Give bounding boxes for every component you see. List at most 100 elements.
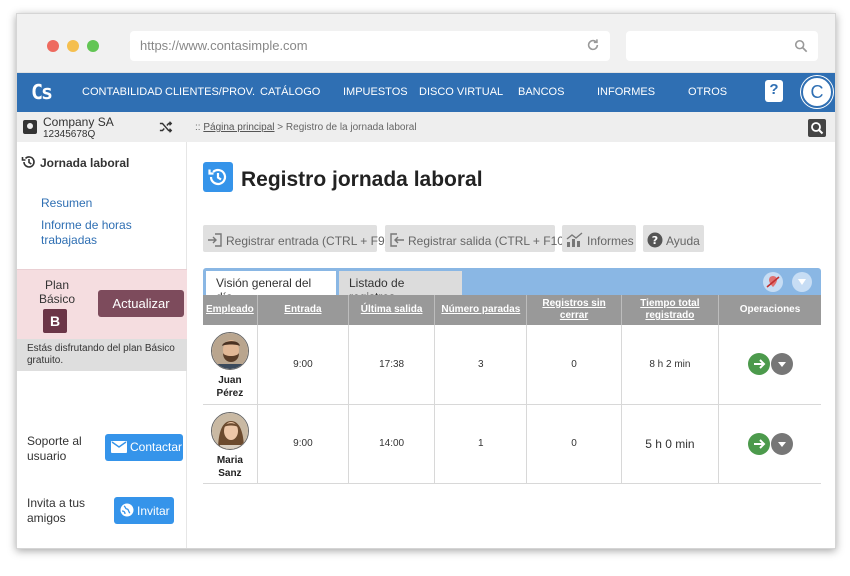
search-icon	[811, 122, 824, 135]
breadcrumb: :: Página principal > Registro de la jor…	[195, 122, 417, 133]
nav-clientes[interactable]: CLIENTES/PROV.	[165, 86, 255, 98]
contasimple-logo[interactable]: Cs	[31, 80, 57, 106]
globe-icon	[120, 503, 134, 517]
tab-overview[interactable]: Visión general del día	[206, 271, 336, 304]
check-in-label: Registrar entrada (CTRL + F9)	[226, 234, 389, 248]
breadcrumb-separator: >	[277, 122, 284, 133]
check-in-button[interactable]: Registrar entrada (CTRL + F9)	[203, 225, 389, 252]
reports-button[interactable]: Informes	[562, 225, 636, 252]
chevron-down-icon	[777, 362, 786, 368]
plan-label: Plan	[45, 278, 70, 292]
company-name: Company SA	[43, 115, 114, 129]
nav-informes[interactable]: INFORMES	[597, 86, 655, 98]
help-button[interactable]: ? Ayuda	[643, 225, 704, 252]
plan-panel: Plan Básico B Actualizar	[17, 269, 187, 339]
sidebar: Company SA 12345678Q Jornada laboral Res…	[17, 112, 187, 548]
col-numero-paradas[interactable]: Número paradas	[441, 304, 520, 315]
sidebar-item-resumen[interactable]: Resumen	[41, 196, 92, 211]
invite-button[interactable]: Invitar	[114, 497, 174, 524]
register-action-button[interactable]	[747, 353, 770, 376]
browser-search-bar[interactable]	[626, 31, 818, 61]
stops-cell: 1	[434, 404, 528, 484]
company-id: 12345678Q	[43, 129, 96, 140]
browser-chrome: https://www.contasimple.com	[17, 14, 835, 73]
entry-cell: 9:00	[257, 325, 350, 405]
nav-catalogo[interactable]: CATÁLOGO	[260, 86, 320, 98]
operations-cell	[718, 404, 821, 484]
filter-icon[interactable]	[792, 272, 812, 292]
question-icon: ?	[647, 232, 663, 248]
maximize-window-button[interactable]	[87, 40, 99, 52]
breadcrumb-current: Registro de la jornada laboral	[285, 122, 417, 133]
more-actions-button[interactable]	[770, 432, 793, 455]
nav-contabilidad[interactable]: CONTABILIDAD	[82, 86, 162, 98]
entry-cell: 9:00	[257, 404, 350, 484]
company-card-icon	[23, 120, 37, 134]
nav-bancos[interactable]: BANCOS	[518, 86, 564, 98]
last-exit-cell: 14:00	[348, 404, 436, 484]
workday-table: Empleado Entrada Última salida Número pa…	[203, 295, 821, 484]
col-ultima-salida[interactable]: Última salida	[361, 304, 423, 315]
user-avatar[interactable]: C	[801, 76, 833, 108]
employee-last-name: Pérez	[216, 388, 244, 400]
mail-icon	[111, 441, 127, 453]
upgrade-button[interactable]: Actualizar	[98, 290, 184, 317]
nav-otros[interactable]: OTROS	[688, 86, 727, 98]
table-row: Maria Sanz 9:00 14:00 1 0 5 h 0 min	[203, 404, 821, 484]
employee-last-name: Sanz	[218, 467, 242, 479]
tabs-bar: Visión general del día Listado de regist…	[203, 268, 821, 304]
page-title: Registro jornada laboral	[241, 168, 483, 191]
plan-name: Básico	[39, 292, 76, 306]
svg-text:?: ?	[652, 234, 658, 247]
page-search-button[interactable]	[808, 119, 826, 137]
check-out-button[interactable]: Registrar salida (CTRL + F10)	[385, 225, 568, 252]
contact-button-label: Contactar	[130, 440, 183, 454]
help-icon[interactable]: ?	[765, 80, 783, 102]
address-bar[interactable]: https://www.contasimple.com	[130, 31, 610, 61]
history-icon	[21, 156, 35, 168]
company-selector[interactable]: Company SA 12345678Q	[17, 112, 187, 142]
col-operaciones: Operaciones	[739, 304, 801, 315]
col-empleado[interactable]: Empleado	[206, 304, 254, 315]
last-exit-cell: 17:38	[348, 325, 436, 405]
employee-cell: Maria Sanz	[203, 404, 258, 484]
table-header-row: Empleado Entrada Última salida Número pa…	[203, 295, 821, 325]
breadcrumb-home-link[interactable]: Página principal	[203, 122, 274, 133]
arrow-right-icon	[753, 359, 765, 369]
register-action-button[interactable]	[747, 432, 770, 455]
reload-icon[interactable]	[586, 38, 600, 52]
chart-icon	[566, 232, 583, 247]
section-jornada-laboral[interactable]: Jornada laboral	[21, 154, 129, 170]
invite-button-label: Invitar	[137, 504, 170, 518]
operations-cell	[718, 325, 821, 405]
contact-button[interactable]: Contactar	[105, 434, 183, 461]
open-records-cell: 0	[526, 325, 622, 405]
chevron-down-icon	[777, 441, 786, 447]
history-icon	[208, 168, 227, 186]
sidebar-item-informe-horas[interactable]: Informe de horas trabajadas	[41, 218, 151, 248]
open-records-cell: 0	[526, 404, 622, 484]
close-window-button[interactable]	[47, 40, 59, 52]
stops-cell: 3	[434, 325, 528, 405]
minimize-window-button[interactable]	[67, 40, 79, 52]
address-text: https://www.contasimple.com	[140, 38, 308, 53]
col-tiempo-total[interactable]: Tiempo total registrado	[640, 298, 699, 321]
main-content: :: Página principal > Registro de la jor…	[187, 112, 835, 548]
section-title: Jornada laboral	[40, 156, 130, 170]
col-registros-sin-cerrar[interactable]: Registros sin cerrar	[542, 298, 605, 321]
nav-disco-virtual[interactable]: DISCO VIRTUAL	[419, 86, 503, 98]
no-location-icon[interactable]	[763, 272, 783, 292]
employee-photo	[210, 332, 249, 371]
employee-cell: Juan Pérez	[203, 325, 258, 405]
table-row: Juan Pérez 9:00 17:38 3 0 8 h 2 min	[203, 325, 821, 405]
switch-company-icon[interactable]	[159, 120, 173, 134]
plan-badge: B	[43, 309, 67, 333]
employee-photo	[210, 411, 249, 450]
col-entrada[interactable]: Entrada	[284, 304, 321, 315]
help-label: Ayuda	[666, 234, 700, 248]
nav-impuestos[interactable]: IMPUESTOS	[343, 86, 408, 98]
tab-records-list[interactable]: Listado de registros	[339, 271, 462, 304]
support-label: Soporte al usuario	[27, 434, 82, 463]
more-actions-button[interactable]	[770, 353, 793, 376]
reports-label: Informes	[587, 234, 634, 248]
